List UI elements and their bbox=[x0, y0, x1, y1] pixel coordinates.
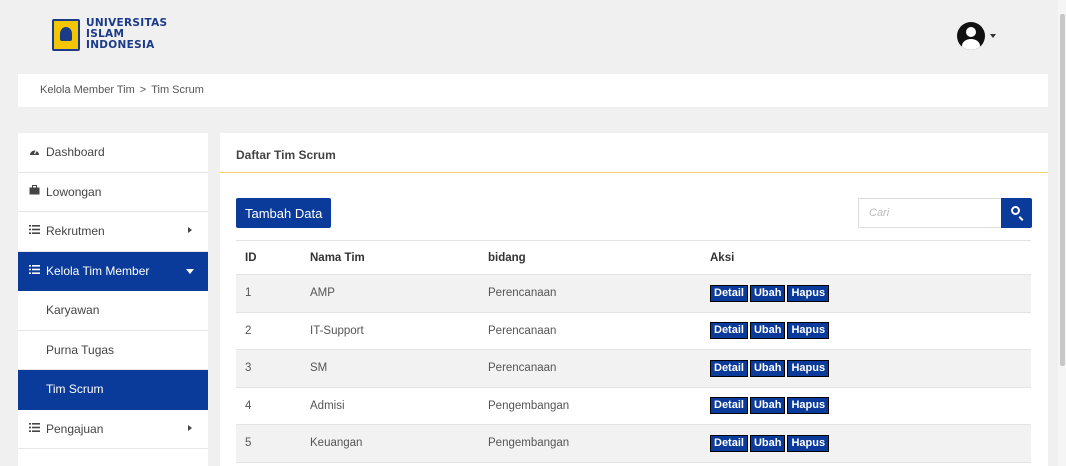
detail-button[interactable]: Detail bbox=[710, 284, 748, 302]
sidebar-item-lowongan[interactable]: Lowongan bbox=[18, 173, 208, 212]
column-header-aksi: Aksi bbox=[710, 240, 1031, 275]
user-menu[interactable] bbox=[957, 22, 996, 50]
list-icon bbox=[28, 264, 40, 277]
table-row: 1 AMP Perencanaan Detail Ubah Hapus bbox=[236, 274, 1031, 313]
sidebar-item-label: Karyawan bbox=[46, 303, 100, 318]
sidebar-item-karyawan[interactable]: Karyawan bbox=[18, 291, 208, 331]
top-bar: UNIVERSITAS ISLAM INDONESIA bbox=[0, 0, 1058, 66]
search-input[interactable] bbox=[858, 198, 1001, 228]
hapus-button[interactable]: Hapus bbox=[787, 397, 830, 415]
table-row: 5 Keuangan Pengembangan Detail Ubah Hapus bbox=[236, 424, 1031, 463]
cell-nama-tim: Keuangan bbox=[310, 424, 488, 463]
sidebar-item-tim-scrum[interactable]: Tim Scrum bbox=[18, 370, 208, 410]
ubah-button[interactable]: Ubah bbox=[749, 397, 786, 415]
user-avatar-icon[interactable] bbox=[957, 22, 985, 50]
tim-scrum-table: ID Nama Tim bidang Aksi 1 AMP Perencanaa… bbox=[236, 240, 1031, 463]
hapus-button[interactable]: Hapus bbox=[787, 359, 830, 377]
search-bar bbox=[858, 198, 1032, 228]
breadcrumb: Kelola Member Tim > Tim Scrum bbox=[18, 74, 1048, 107]
cell-bidang: Perencanaan bbox=[488, 312, 710, 350]
ubah-button[interactable]: Ubah bbox=[749, 434, 786, 452]
hapus-button[interactable]: Hapus bbox=[787, 434, 830, 452]
sidebar-item-rekrutmen[interactable]: Rekrutmen bbox=[18, 212, 208, 252]
tambah-data-button[interactable]: Tambah Data bbox=[236, 198, 332, 228]
chevron-right-icon bbox=[188, 424, 192, 431]
sidebar-item-label: Purna Tugas bbox=[46, 342, 115, 357]
sidebar-item-pengajuan[interactable]: Pengajuan bbox=[18, 410, 208, 449]
cell-aksi: Detail Ubah Hapus bbox=[710, 349, 1031, 388]
cell-id: 2 bbox=[236, 312, 310, 350]
scrollbar-thumb[interactable] bbox=[1060, 14, 1065, 366]
column-header-bidang: bidang bbox=[488, 240, 710, 275]
ubah-button[interactable]: Ubah bbox=[749, 359, 786, 377]
cell-nama-tim: AMP bbox=[310, 274, 488, 313]
list-icon bbox=[28, 422, 40, 435]
logo-text: UNIVERSITAS ISLAM INDONESIA bbox=[86, 18, 167, 51]
breadcrumb-item-kelola-member-tim[interactable]: Kelola Member Tim bbox=[40, 84, 135, 96]
cell-nama-tim: SM bbox=[310, 349, 488, 388]
cell-aksi: Detail Ubah Hapus bbox=[710, 387, 1031, 425]
sidebar-item-label: Pengajuan bbox=[46, 421, 104, 436]
breadcrumb-item-tim-scrum: Tim Scrum bbox=[151, 84, 204, 96]
cell-id: 1 bbox=[236, 274, 310, 313]
chevron-down-icon bbox=[186, 268, 194, 274]
main-panel: Daftar Tim Scrum Tambah Data ID Nama Tim… bbox=[220, 133, 1048, 466]
panel-title: Daftar Tim Scrum bbox=[220, 133, 1048, 173]
sidebar-item-purna-tugas[interactable]: Purna Tugas bbox=[18, 331, 208, 370]
search-button[interactable] bbox=[1001, 198, 1032, 228]
cell-aksi: Detail Ubah Hapus bbox=[710, 312, 1031, 350]
sidebar-item-kelola-tim-member[interactable]: Kelola Tim Member bbox=[18, 251, 208, 291]
cell-id: 3 bbox=[236, 349, 310, 388]
briefcase-icon bbox=[28, 185, 40, 198]
sidebar: Dashboard Lowongan Rekrutmen Kelola Tim … bbox=[18, 133, 208, 466]
hapus-button[interactable]: Hapus bbox=[787, 322, 830, 340]
cell-nama-tim: Admisi bbox=[310, 387, 488, 425]
list-icon bbox=[28, 225, 40, 237]
ubah-button[interactable]: Ubah bbox=[749, 284, 786, 302]
cell-bidang: Perencanaan bbox=[488, 274, 710, 313]
sidebar-item-label: Dashboard bbox=[46, 145, 105, 160]
breadcrumb-separator: > bbox=[139, 84, 147, 96]
column-header-nama-tim: Nama Tim bbox=[310, 240, 488, 275]
sidebar-item-label: Rekrutmen bbox=[46, 224, 105, 239]
cell-bidang: Perencanaan bbox=[488, 349, 710, 388]
table-row: 2 IT-Support Perencanaan Detail Ubah Hapus bbox=[236, 312, 1031, 350]
cell-nama-tim: IT-Support bbox=[310, 312, 488, 350]
cell-id: 5 bbox=[236, 424, 310, 463]
search-icon bbox=[1011, 206, 1020, 215]
table-header-row: ID Nama Tim bidang Aksi bbox=[236, 240, 1031, 275]
page-scrollbar[interactable] bbox=[1058, 0, 1066, 466]
cell-aksi: Detail Ubah Hapus bbox=[710, 424, 1031, 463]
table-row: 3 SM Perencanaan Detail Ubah Hapus bbox=[236, 349, 1031, 388]
cell-bidang: Pengembangan bbox=[488, 424, 710, 463]
sidebar-item-label: Tim Scrum bbox=[46, 382, 104, 397]
university-logo[interactable]: UNIVERSITAS ISLAM INDONESIA bbox=[52, 18, 167, 51]
dashboard-icon bbox=[28, 146, 40, 159]
ubah-button[interactable]: Ubah bbox=[749, 322, 786, 340]
sidebar-item-label: Lowongan bbox=[46, 184, 102, 199]
sidebar-item-dashboard[interactable]: Dashboard bbox=[18, 133, 208, 173]
cell-aksi: Detail Ubah Hapus bbox=[710, 274, 1031, 313]
university-emblem-icon bbox=[52, 18, 80, 51]
cell-bidang: Pengembangan bbox=[488, 387, 710, 425]
chevron-down-icon[interactable] bbox=[990, 34, 996, 38]
column-header-id: ID bbox=[236, 240, 310, 275]
logo-line-3: INDONESIA bbox=[86, 39, 155, 51]
cell-id: 4 bbox=[236, 387, 310, 425]
detail-button[interactable]: Detail bbox=[710, 434, 748, 452]
sidebar-item-label: Kelola Tim Member bbox=[46, 263, 150, 278]
chevron-right-icon bbox=[188, 227, 192, 234]
detail-button[interactable]: Detail bbox=[710, 397, 748, 415]
hapus-button[interactable]: Hapus bbox=[787, 284, 830, 302]
detail-button[interactable]: Detail bbox=[710, 322, 748, 340]
detail-button[interactable]: Detail bbox=[710, 359, 748, 377]
table-row: 4 Admisi Pengembangan Detail Ubah Hapus bbox=[236, 387, 1031, 425]
